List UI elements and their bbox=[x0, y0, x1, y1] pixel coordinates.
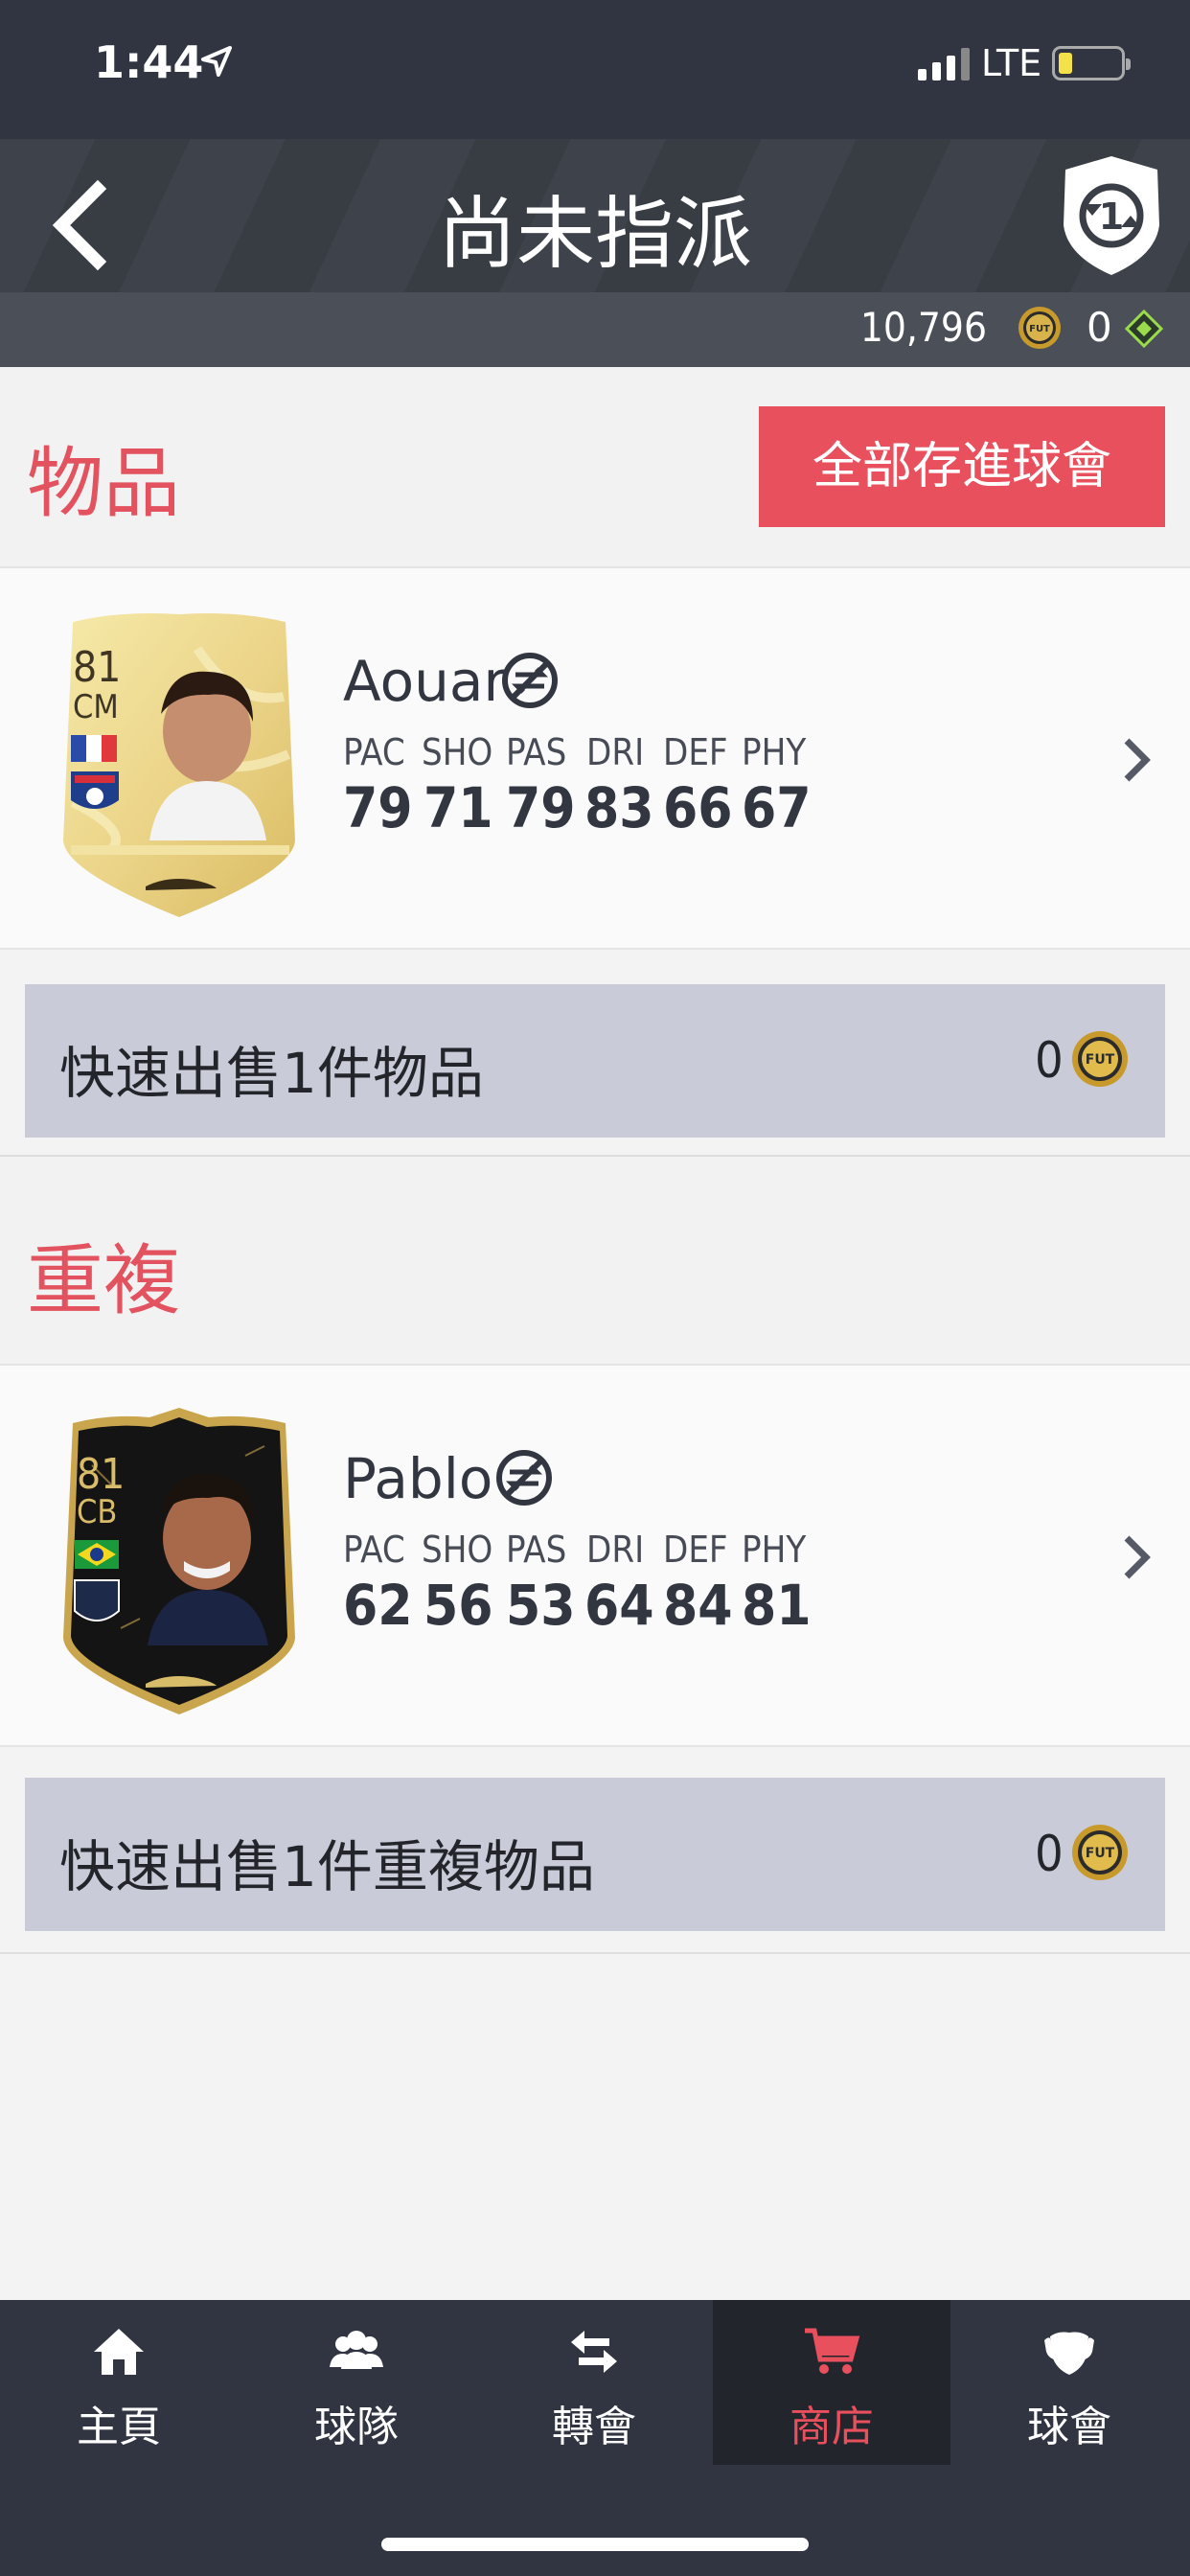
club-icon bbox=[1044, 2332, 1094, 2375]
stat-value-def: 66 bbox=[663, 775, 733, 840]
items-section-title: 物品 bbox=[27, 439, 180, 528]
location-arrow-icon bbox=[201, 46, 232, 77]
signal-icon bbox=[918, 48, 970, 80]
stat-value-pas: 79 bbox=[506, 775, 576, 840]
tab-label: 球會 bbox=[1027, 2403, 1111, 2451]
quick-sell-value: 0 bbox=[1035, 1032, 1064, 1090]
quick-sell-duplicates-button[interactable]: 快速出售1件重複物品 0 FUT bbox=[25, 1778, 1165, 1931]
quick-sell-duplicates-section: 快速出售1件重複物品 0 FUT bbox=[0, 1747, 1190, 1954]
stat-label-sho: SHO bbox=[422, 1529, 493, 1571]
player-row-pablo[interactable]: 81 CB Pablo PAC SHO PAS DRI DEF PHY 62 5… bbox=[0, 1364, 1190, 1747]
tab-home[interactable]: 主頁 bbox=[0, 2300, 238, 2465]
tab-label: 球隊 bbox=[314, 2403, 399, 2451]
tab-label: 商店 bbox=[790, 2403, 874, 2451]
fut-coin-icon: FUT bbox=[1072, 1825, 1128, 1880]
network-type: LTE bbox=[981, 42, 1042, 84]
stat-value-pas: 53 bbox=[506, 1573, 576, 1638]
stat-value-sho: 56 bbox=[423, 1573, 493, 1638]
stat-value-dri: 64 bbox=[584, 1573, 654, 1638]
tab-squad[interactable]: 球隊 bbox=[238, 2300, 475, 2465]
currency-bar: 10,796 FUT 0 bbox=[0, 292, 1190, 367]
svg-text:FUT: FUT bbox=[1086, 1846, 1115, 1861]
battery-icon bbox=[1052, 46, 1131, 80]
fut-coin-icon: FUT bbox=[1018, 307, 1061, 349]
stat-value-dri: 83 bbox=[584, 775, 654, 840]
page-title: 尚未指派 bbox=[437, 189, 752, 280]
tab-label: 主頁 bbox=[77, 2403, 161, 2451]
stat-label-def: DEF bbox=[663, 1529, 728, 1571]
stat-label-pac: PAC bbox=[343, 731, 405, 773]
stat-label-pac: PAC bbox=[343, 1529, 405, 1571]
svg-text:FUT: FUT bbox=[1029, 324, 1050, 334]
svg-text:81: 81 bbox=[77, 1450, 125, 1499]
svg-text:1: 1 bbox=[1099, 196, 1124, 238]
player-name: Aouar bbox=[343, 649, 507, 714]
fifa-points-icon bbox=[1124, 309, 1164, 349]
header: 尚未指派 1 10,796 FUT 0 bbox=[0, 139, 1190, 367]
svg-text:CM: CM bbox=[73, 688, 119, 726]
stat-value-sho: 71 bbox=[423, 775, 493, 840]
svg-text:FUT: FUT bbox=[1086, 1052, 1115, 1068]
save-all-to-club-button[interactable]: 全部存進球會 bbox=[759, 406, 1165, 527]
player-card-gold: 81 CM bbox=[63, 613, 295, 917]
stat-label-sho: SHO bbox=[422, 731, 493, 773]
svg-text:CB: CB bbox=[77, 1493, 117, 1531]
stat-value-pac: 62 bbox=[343, 1573, 413, 1638]
player-name: Pablo bbox=[343, 1446, 493, 1511]
stat-label-phy: PHY bbox=[742, 1529, 807, 1571]
stat-label-def: DEF bbox=[663, 731, 728, 773]
player-card-inform: 81 CB bbox=[63, 1408, 295, 1714]
duplicates-section-title: 重複 bbox=[27, 1236, 180, 1325]
store-cart-icon bbox=[805, 2328, 860, 2374]
player-row-aouar[interactable]: 81 CM Aouar PAC SHO PAS DRI DEF PHY 79 7… bbox=[0, 566, 1190, 950]
stat-value-phy: 67 bbox=[742, 775, 812, 840]
squad-icon bbox=[330, 2331, 383, 2369]
home-indicator bbox=[381, 2538, 809, 2551]
objectives-badge-icon[interactable]: 1 bbox=[1054, 149, 1169, 283]
stat-label-phy: PHY bbox=[742, 731, 807, 773]
untradeable-icon bbox=[502, 653, 558, 708]
home-icon bbox=[94, 2329, 144, 2375]
transfer-icon bbox=[571, 2331, 617, 2373]
stat-label-pas: PAS bbox=[506, 1529, 567, 1571]
tab-bar: 主頁 球隊 轉會 商店 球會 bbox=[0, 2300, 1190, 2576]
points-balance: 0 bbox=[1087, 304, 1112, 351]
quick-sell-label: 快速出售1件物品 bbox=[59, 1041, 484, 1106]
fut-coin-icon: FUT bbox=[1072, 1031, 1128, 1087]
stat-value-def: 84 bbox=[663, 1573, 733, 1638]
quick-sell-items-button[interactable]: 快速出售1件物品 0 FUT bbox=[25, 984, 1165, 1138]
svg-text:81: 81 bbox=[73, 643, 121, 692]
tab-label: 轉會 bbox=[552, 2403, 636, 2451]
coin-balance: 10,796 bbox=[859, 304, 987, 351]
chevron-right-icon bbox=[1124, 1535, 1151, 1579]
stat-label-pas: PAS bbox=[506, 731, 567, 773]
status-bar: 1:44 LTE bbox=[0, 0, 1190, 139]
quick-sell-section: 快速出售1件物品 0 FUT bbox=[0, 950, 1190, 1157]
tab-transfers[interactable]: 轉會 bbox=[475, 2300, 713, 2465]
stat-label-dri: DRI bbox=[586, 731, 645, 773]
status-time: 1:44 bbox=[94, 36, 204, 88]
tab-store[interactable]: 商店 bbox=[713, 2300, 950, 2465]
untradeable-icon bbox=[496, 1450, 552, 1506]
quick-sell-label: 快速出售1件重複物品 bbox=[59, 1834, 595, 1899]
stat-value-phy: 81 bbox=[742, 1573, 812, 1638]
tab-club[interactable]: 球會 bbox=[950, 2300, 1188, 2465]
chevron-right-icon bbox=[1124, 738, 1151, 782]
stat-value-pac: 79 bbox=[343, 775, 413, 840]
stat-label-dri: DRI bbox=[586, 1529, 645, 1571]
quick-sell-value: 0 bbox=[1035, 1826, 1064, 1883]
